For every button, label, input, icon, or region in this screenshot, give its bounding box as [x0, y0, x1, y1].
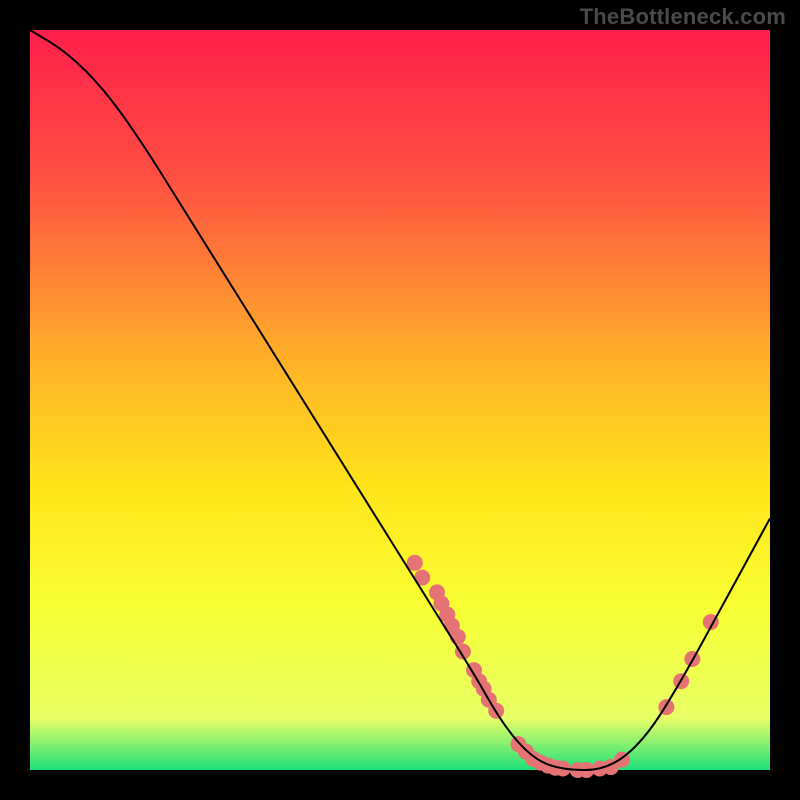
chart-canvas — [0, 0, 800, 800]
watermark-text: TheBottleneck.com — [580, 4, 786, 30]
chart-frame: TheBottleneck.com — [0, 0, 800, 800]
chart-dot — [450, 629, 466, 645]
